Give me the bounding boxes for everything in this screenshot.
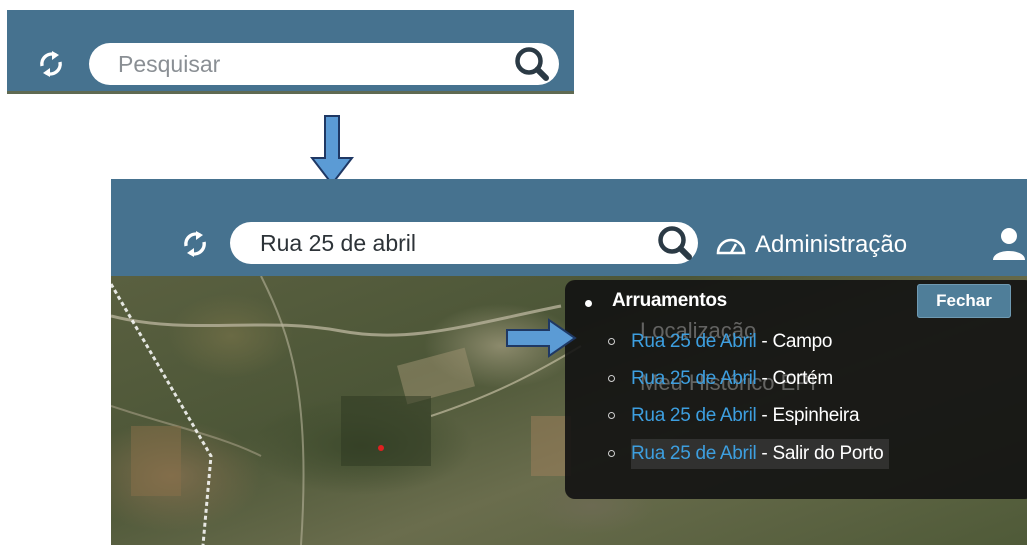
search-results-dropdown: Localização Meu Histórico EPI Arruamento…	[565, 280, 1027, 499]
result-place: Espinheira	[772, 405, 860, 426]
right-arrow-icon	[506, 318, 577, 358]
result-separator: -	[761, 368, 768, 389]
search-results-panel-after: Rua 25 de abril Administração Localizaçã…	[111, 179, 1027, 545]
result-street-link[interactable]: Rua 25 de Abril	[631, 405, 757, 427]
result-street-link[interactable]: Rua 25 de Abril	[631, 443, 757, 465]
result-separator: -	[761, 331, 768, 352]
search-icon[interactable]	[513, 45, 551, 83]
result-street-link[interactable]: Rua 25 de Abril	[631, 368, 757, 390]
result-separator: -	[761, 443, 768, 464]
refresh-icon[interactable]	[37, 50, 65, 78]
search-placeholder: Pesquisar	[118, 51, 221, 77]
result-place: Campo	[772, 331, 833, 352]
result-place: Salir do Porto	[772, 443, 884, 464]
result-item[interactable]: Rua 25 de Abril - Cortém	[608, 364, 833, 394]
administration-label: Administração	[755, 231, 908, 258]
user-icon[interactable]	[989, 226, 1027, 260]
app-header: Rua 25 de abril Administração	[111, 179, 1027, 276]
search-input[interactable]: Pesquisar	[89, 43, 559, 85]
list-bullet	[608, 450, 615, 457]
result-place: Cortém	[772, 368, 833, 389]
map-strip	[7, 91, 574, 94]
search-bar-panel-before: Pesquisar	[7, 10, 574, 94]
result-item[interactable]: Rua 25 de Abril - Espinheira	[608, 401, 860, 431]
search-input[interactable]: Rua 25 de abril	[230, 222, 698, 264]
down-arrow-icon	[310, 115, 354, 186]
list-bullet	[608, 412, 615, 419]
search-value: Rua 25 de abril	[260, 230, 416, 256]
administration-link[interactable]: Administração	[715, 230, 907, 260]
result-item[interactable]: Rua 25 de Abril - Campo	[608, 327, 833, 357]
gauge-icon	[716, 238, 746, 255]
refresh-icon[interactable]	[181, 230, 209, 258]
result-separator: -	[761, 405, 768, 426]
search-icon[interactable]	[656, 224, 694, 262]
list-bullet	[608, 375, 615, 382]
result-street-link[interactable]: Rua 25 de Abril	[631, 331, 757, 353]
result-item[interactable]: Rua 25 de Abril - Salir do Porto	[608, 439, 890, 469]
results-list: Rua 25 de Abril - Campo Rua 25 de Abril …	[565, 280, 1027, 499]
list-bullet	[608, 338, 615, 345]
